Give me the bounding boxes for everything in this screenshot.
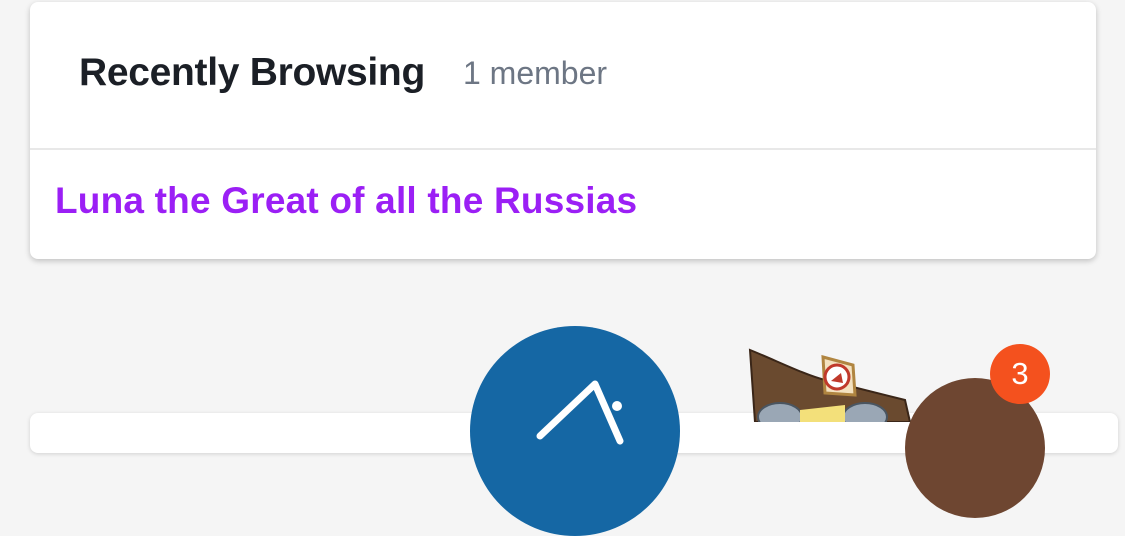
megaphone-icon <box>536 380 624 445</box>
card-title: Recently Browsing <box>79 51 425 94</box>
pony-avatar[interactable] <box>745 345 920 422</box>
member-count: 1 member <box>462 54 608 91</box>
member-list: Luna the Great of all the Russias <box>30 150 1096 257</box>
notification-badge: 3 <box>990 344 1050 404</box>
chat-button[interactable] <box>470 326 680 536</box>
recently-browsing-card: Recently Browsing 1 member Luna the Grea… <box>30 2 1096 259</box>
card-header: Recently Browsing 1 member <box>30 2 1096 150</box>
member-link[interactable]: Luna the Great of all the Russias <box>55 180 637 222</box>
